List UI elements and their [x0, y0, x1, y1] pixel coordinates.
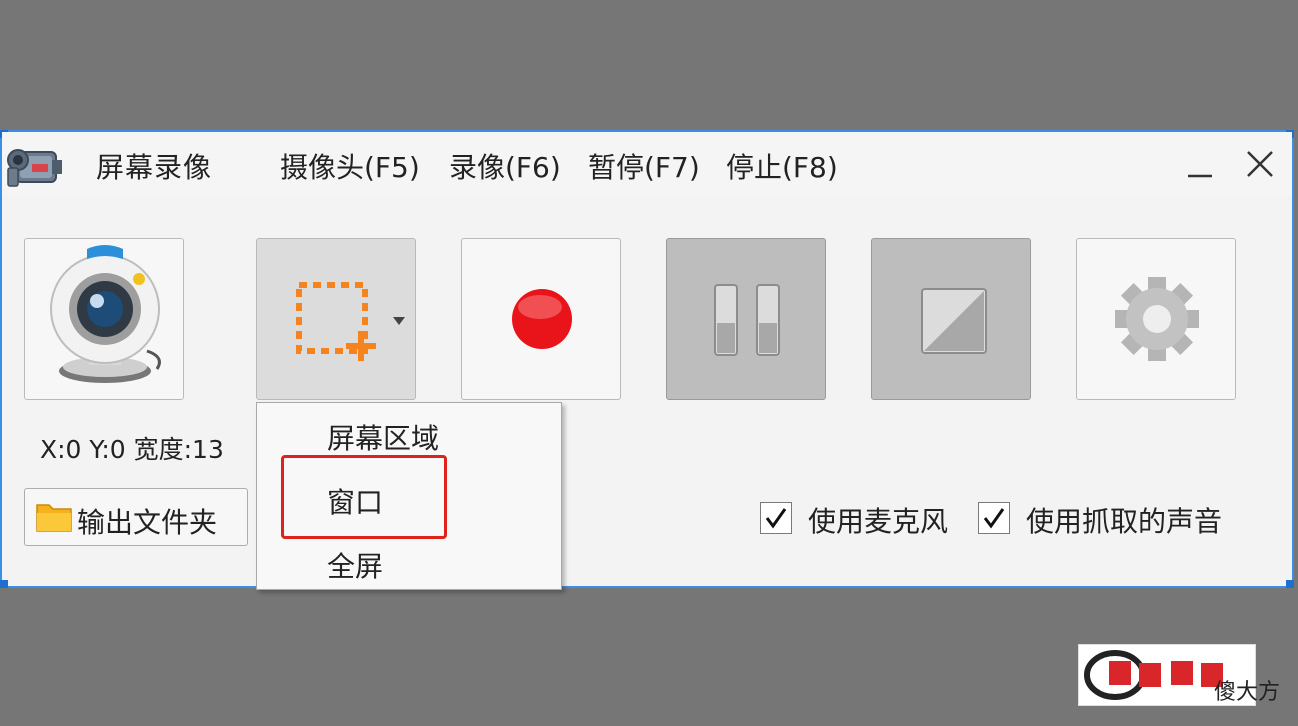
system-audio-label: 使用抓取的声音 [1026, 505, 1223, 538]
folder-icon [36, 504, 72, 532]
pause-icon [714, 284, 780, 356]
capture-mode-menu: 屏幕区域 窗口 全屏 [256, 402, 562, 590]
watermark-text: 傻大方 [1214, 680, 1281, 705]
pause-button[interactable] [666, 238, 826, 400]
camcorder-icon [4, 138, 66, 194]
stop-button[interactable] [871, 238, 1031, 400]
window-corner [1286, 580, 1294, 588]
system-audio-checkbox-box[interactable] [978, 502, 1010, 534]
menu-camera[interactable]: 摄像头(F5) [280, 146, 420, 186]
microphone-checkbox-box[interactable] [760, 502, 792, 534]
title-bar: 屏幕录像 摄像头(F5) 录像(F6) 暂停(F7) 停止(F8) [2, 132, 1292, 196]
webcam-icon [50, 245, 161, 383]
minimize-button[interactable] [1184, 148, 1216, 180]
gear-icon [1115, 277, 1199, 361]
camera-button[interactable] [24, 238, 184, 400]
minimize-icon [1188, 174, 1212, 178]
microphone-label: 使用麦克风 [808, 505, 949, 538]
menu-pause[interactable]: 暂停(F7) [588, 146, 700, 186]
system-audio-checkbox[interactable]: 使用抓取的声音 [978, 500, 1248, 540]
record-icon [512, 289, 572, 349]
output-folder-label: 输出文件夹 [77, 506, 218, 539]
checkmark-icon [765, 508, 787, 529]
highlight-annotation [281, 455, 447, 539]
menu-record[interactable]: 录像(F6) [449, 146, 561, 186]
recorder-window: 屏幕录像 摄像头(F5) 录像(F6) 暂停(F7) 停止(F8) X:0 Y:… [0, 130, 1294, 590]
output-folder-button[interactable]: 输出文件夹 [24, 488, 248, 546]
stop-icon [921, 288, 987, 354]
coordinate-readout: X:0 Y:0 宽度:13 [40, 435, 224, 464]
checkmark-icon [983, 508, 1005, 529]
close-icon [1247, 151, 1273, 177]
menu-item-screen-region[interactable]: 屏幕区域 [327, 417, 439, 457]
region-select-button[interactable] [256, 238, 416, 400]
window-corner [0, 580, 8, 588]
menu-stop[interactable]: 停止(F8) [726, 146, 838, 186]
chevron-down-icon [393, 317, 405, 325]
close-button[interactable] [1244, 148, 1276, 180]
settings-button[interactable] [1076, 238, 1236, 400]
menu-item-fullscreen[interactable]: 全屏 [327, 545, 383, 585]
record-button[interactable] [461, 238, 621, 400]
microphone-checkbox[interactable]: 使用麦克风 [760, 500, 970, 540]
window-title: 屏幕录像 [96, 151, 213, 184]
